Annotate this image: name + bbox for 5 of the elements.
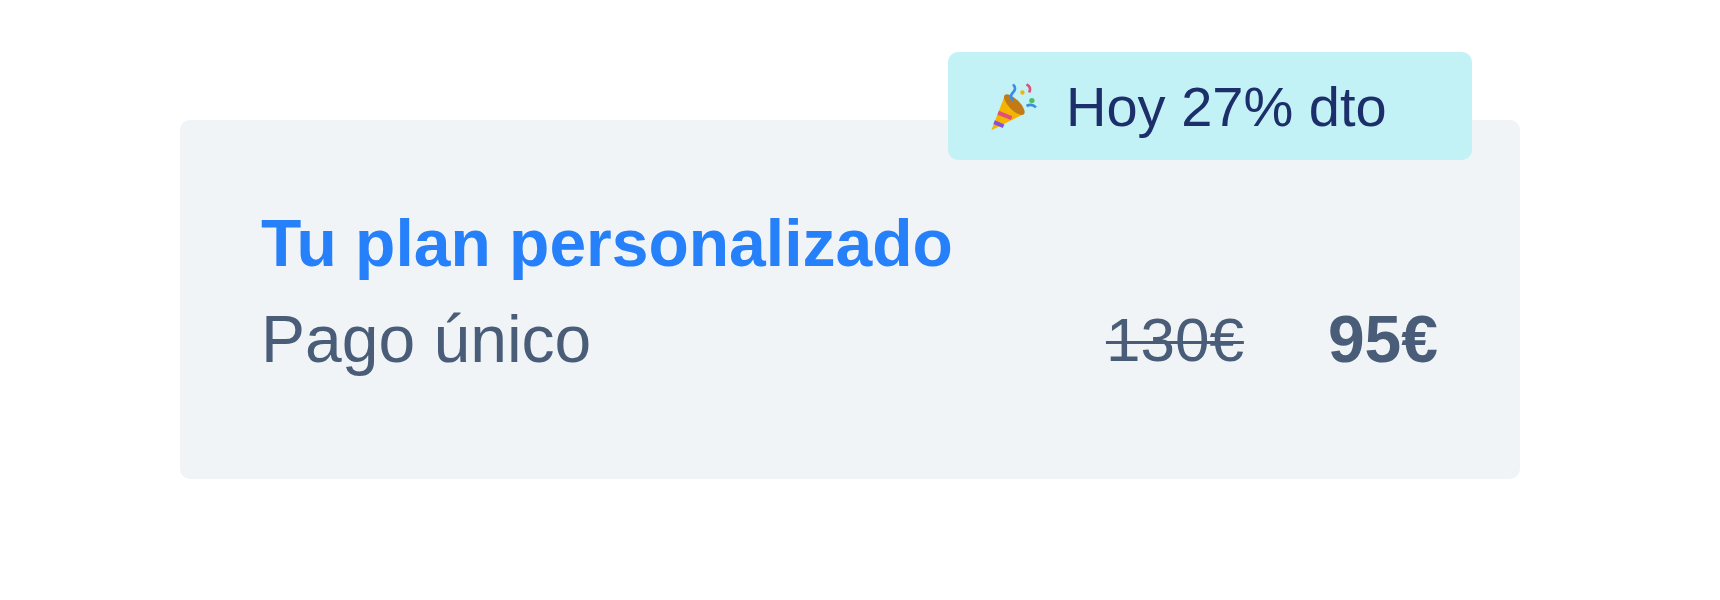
plan-title: Tu plan personalizado xyxy=(261,205,954,282)
original-price: 130€ xyxy=(1105,303,1244,375)
discount-text: Hoy 27% dto xyxy=(1066,73,1387,139)
discounted-price: 95€ xyxy=(1327,301,1438,378)
payment-label: Pago único xyxy=(261,301,592,378)
